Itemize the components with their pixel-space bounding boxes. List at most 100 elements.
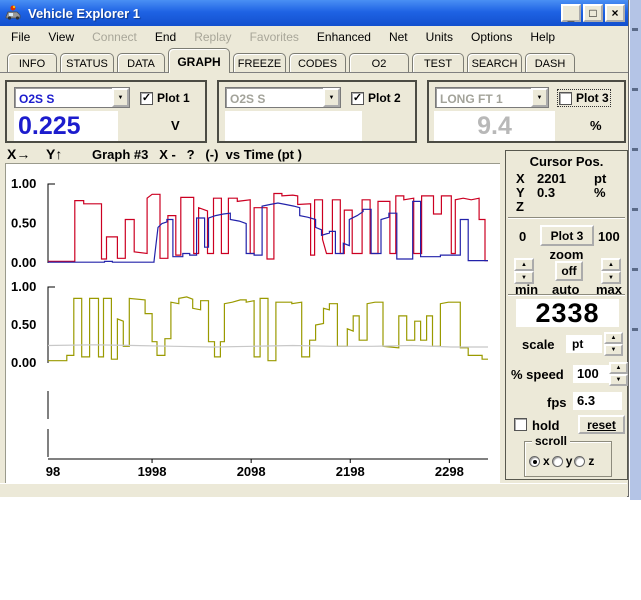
menu-view[interactable]: View — [39, 28, 83, 46]
plot2-panel: O2S S ▼ ✓ Plot 2 — [217, 80, 417, 143]
spin-down-icon[interactable]: ▼ — [604, 344, 623, 356]
close-button[interactable]: × — [605, 4, 625, 22]
fps-label: fps — [547, 395, 567, 410]
hold-checkbox[interactable] — [514, 418, 527, 431]
plot2-checkbox[interactable]: ✓ — [351, 92, 364, 105]
svg-text:2298: 2298 — [435, 464, 464, 479]
menu-options[interactable]: Options — [462, 28, 521, 46]
cursor-control-panel: Cursor Pos. X 2201 pt Y 0.3 % Z 0 Plot 3… — [505, 150, 628, 480]
cursor-y-label: Y — [516, 185, 525, 200]
menu-end[interactable]: End — [146, 28, 185, 46]
plot1-checkbox[interactable]: ✓ — [140, 92, 153, 105]
car-icon — [5, 5, 22, 21]
tab-dash[interactable]: DASH — [525, 53, 575, 73]
plot2-checkbox-label: Plot 2 — [368, 91, 401, 105]
speed-label: % speed — [511, 367, 564, 382]
plot1-parameter-select[interactable]: O2S S ▼ — [14, 87, 130, 108]
menu-replay: Replay — [185, 28, 240, 46]
plot3-unit: % — [590, 118, 602, 133]
svg-text:0.00: 0.00 — [11, 255, 36, 270]
speed-field[interactable]: 100 — [573, 365, 609, 383]
plot1-checkbox-label: Plot 1 — [157, 91, 190, 105]
menu-bar: File View Connect End Replay Favorites E… — [0, 26, 628, 47]
minimize-button[interactable]: _ — [561, 4, 581, 22]
scroll-x-radio[interactable] — [529, 456, 540, 467]
cursor-x-row: X 2201 pt — [506, 171, 627, 185]
dropdown-arrow-icon[interactable]: ▼ — [323, 88, 340, 107]
menu-help[interactable]: Help — [521, 28, 564, 46]
position-readout: 2338 — [516, 299, 619, 327]
menu-connect: Connect — [83, 28, 146, 46]
menu-units[interactable]: Units — [417, 28, 462, 46]
plot3-parameter-select[interactable]: LONG FT 1 ▼ — [435, 87, 549, 108]
menu-enhanced[interactable]: Enhanced — [308, 28, 380, 46]
svg-text:0.50: 0.50 — [11, 216, 36, 231]
min-spinner: ▲ ▼ — [514, 258, 534, 284]
svg-text:1998: 1998 — [138, 464, 167, 479]
menu-net[interactable]: Net — [380, 28, 417, 46]
plot2-parameter-value: O2S S — [226, 88, 323, 107]
tab-strip: INFO STATUS DATA GRAPH FREEZE CODES O2 T… — [0, 47, 628, 73]
plot-select-button[interactable]: Plot 3 — [540, 225, 594, 246]
scroll-y-radio[interactable] — [552, 456, 563, 467]
zoom-off-button[interactable]: off — [555, 261, 583, 281]
plot3-panel: LONG FT 1 ▼ Plot 3 9.4 % — [427, 80, 626, 143]
graph-plot-area[interactable]: 1.000.500.001.000.500.009819982098219822… — [5, 163, 500, 483]
cursor-z-row: Z — [506, 199, 627, 213]
graph-title: Graph #3 X - ? (-) vs Time (pt ) — [92, 147, 302, 162]
graph-header: X→ Y↑ Graph #3 X - ? (-) vs Time (pt ) — [0, 146, 505, 163]
max-spinner: ▲ ▼ — [601, 258, 621, 284]
menu-favorites: Favorites — [241, 28, 308, 46]
scale-label: scale — [522, 337, 555, 352]
title-bar[interactable]: Vehicle Explorer 1 _ □ × — [0, 0, 628, 26]
scale-spinner: ▲ ▼ — [604, 332, 623, 356]
tab-search[interactable]: SEARCH — [467, 53, 522, 73]
svg-text:1.00: 1.00 — [11, 176, 36, 191]
background-window-edge — [630, 0, 641, 500]
plot3-value: 9.4 — [434, 111, 555, 141]
tab-freeze[interactable]: FREEZE — [233, 53, 286, 73]
dropdown-arrow-icon[interactable]: ▼ — [112, 88, 129, 107]
spin-up-icon[interactable]: ▲ — [609, 362, 628, 374]
tab-graph[interactable]: GRAPH — [168, 48, 230, 73]
tab-data[interactable]: DATA — [117, 53, 165, 73]
y-axis-direction-icon[interactable]: Y↑ — [46, 146, 62, 162]
plot3-checkbox-row: Plot 3 — [559, 91, 609, 105]
cursor-y-value: 0.3 — [537, 185, 555, 200]
scroll-group: scroll x y z — [524, 441, 612, 477]
tab-o2[interactable]: O2 — [349, 53, 409, 73]
cursor-y-row: Y 0.3 % — [506, 185, 627, 199]
divider — [508, 217, 625, 219]
tab-info[interactable]: INFO — [7, 53, 57, 73]
plot2-checkbox-row: ✓ Plot 2 — [351, 91, 401, 105]
svg-text:1.00: 1.00 — [11, 279, 36, 294]
spin-up-icon[interactable]: ▲ — [514, 258, 534, 271]
maximize-button[interactable]: □ — [583, 4, 603, 22]
scroll-y-label: y — [566, 454, 573, 468]
svg-text:98: 98 — [46, 464, 60, 479]
plot3-parameter-value: LONG FT 1 — [436, 88, 531, 107]
tab-test[interactable]: TEST — [412, 53, 464, 73]
menu-file[interactable]: File — [2, 28, 39, 46]
svg-text:2098: 2098 — [237, 464, 266, 479]
spin-up-icon[interactable]: ▲ — [601, 258, 621, 271]
dropdown-arrow-icon[interactable]: ▼ — [531, 88, 548, 107]
scroll-z-radio[interactable] — [574, 456, 585, 467]
scale-field[interactable]: pt — [566, 335, 602, 353]
cursor-y-unit: % — [594, 185, 606, 200]
tab-codes[interactable]: CODES — [289, 53, 346, 73]
fps-value: 6.3 — [573, 392, 622, 410]
svg-text:0.50: 0.50 — [11, 317, 36, 332]
x-axis-direction-icon[interactable]: X→ — [7, 146, 30, 162]
scroll-x-label: x — [543, 454, 550, 468]
plot3-checkbox[interactable] — [559, 92, 572, 105]
speed-spinner: ▲ ▼ — [609, 362, 628, 386]
plot2-value — [225, 111, 362, 141]
spin-up-icon[interactable]: ▲ — [604, 332, 623, 344]
reset-button[interactable]: reset — [578, 415, 625, 434]
window-title: Vehicle Explorer 1 — [28, 6, 559, 21]
tab-status[interactable]: STATUS — [60, 53, 114, 73]
cursor-z-label: Z — [516, 199, 524, 214]
spin-down-icon[interactable]: ▼ — [609, 374, 628, 386]
plot2-parameter-select[interactable]: O2S S ▼ — [225, 87, 341, 108]
